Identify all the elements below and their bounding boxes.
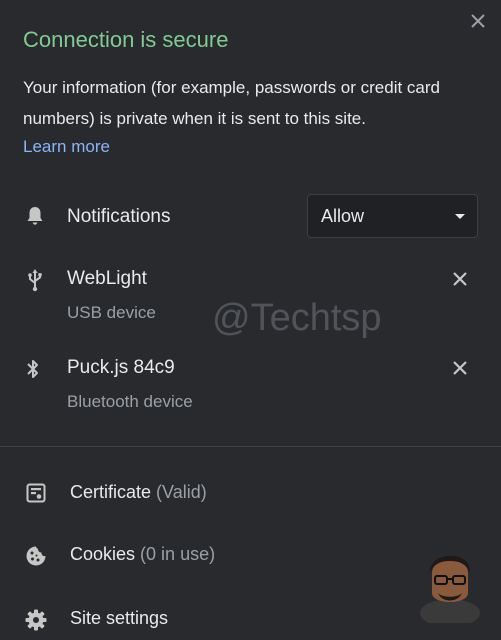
close-icon (471, 14, 485, 28)
certificate-label: Certificate (70, 482, 152, 502)
bluetooth-icon (21, 357, 45, 381)
section-divider (0, 446, 501, 447)
close-button[interactable] (466, 9, 490, 33)
notifications-label: Notifications (67, 206, 171, 227)
device-name: WebLight (67, 268, 147, 289)
remove-weblight-button[interactable] (449, 268, 471, 290)
device-name: Puck.js 84c9 (67, 357, 175, 378)
remove-puckjs-button[interactable] (449, 357, 471, 379)
bell-icon (23, 204, 47, 228)
gear-icon (24, 608, 48, 632)
device-type: Bluetooth device (67, 392, 193, 411)
usb-icon (23, 268, 47, 292)
connection-status-title: Connection is secure (23, 27, 229, 52)
site-settings-label: Site settings (70, 608, 169, 628)
cookie-icon (24, 544, 48, 568)
connection-description: Your information (for example, passwords… (23, 78, 440, 128)
watermark-text: @Techtsp (212, 297, 382, 339)
cookies-count: (0 in use) (140, 544, 216, 564)
learn-more-link[interactable]: Learn more (23, 137, 110, 157)
certificate-icon (24, 481, 48, 505)
certificate-status: (Valid) (156, 482, 207, 502)
device-type: USB device (67, 303, 156, 322)
chevron-down-icon (455, 214, 465, 219)
close-icon (453, 361, 467, 375)
notifications-permission-select[interactable]: Allow (307, 194, 478, 238)
notifications-permission-value: Allow (321, 205, 365, 226)
close-icon (453, 272, 467, 286)
watermark-avatar (418, 543, 482, 627)
cookies-label: Cookies (70, 544, 136, 564)
